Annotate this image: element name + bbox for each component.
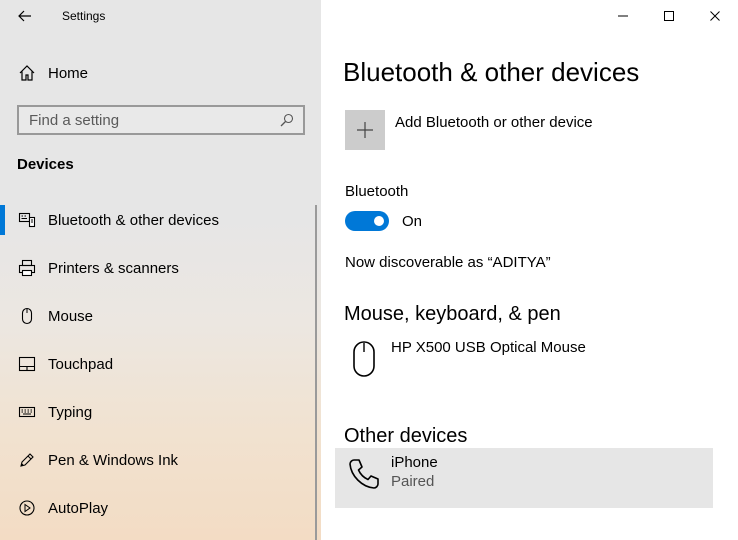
title-bar: Settings: [0, 0, 321, 32]
toggle-knob: [374, 216, 384, 226]
main-content: Bluetooth & other devices Add Bluetooth …: [321, 0, 738, 540]
minimize-button[interactable]: [600, 0, 646, 32]
device-status: Paired: [391, 473, 435, 490]
device-item-mouse[interactable]: HP X500 USB Optical Mouse: [335, 333, 713, 383]
sidebar-item-label: Typing: [48, 403, 93, 421]
touchpad-icon: [17, 354, 37, 374]
home-icon: [17, 63, 37, 83]
section-heading-devices: Devices: [17, 156, 74, 173]
minimize-icon: [618, 15, 628, 17]
bluetooth-state: On: [402, 212, 423, 230]
search-box[interactable]: [17, 105, 305, 135]
section-mouse-keyboard-pen: Mouse, keyboard, & pen: [344, 303, 561, 325]
nav-home[interactable]: Home: [0, 57, 321, 89]
close-button[interactable]: [692, 0, 738, 32]
sidebar-item-autoplay[interactable]: AutoPlay: [0, 484, 321, 532]
sidebar-item-label: Mouse: [48, 307, 94, 325]
device-item-iphone[interactable]: iPhone Paired: [335, 448, 713, 508]
maximize-icon: [664, 11, 674, 21]
pen-icon: [17, 450, 37, 470]
sidebar-item-touchpad[interactable]: Touchpad: [0, 340, 321, 388]
nav-list: Bluetooth & other devices Printers & sca…: [0, 196, 321, 532]
device-name: iPhone: [391, 454, 438, 471]
sidebar: Settings Home Devices: [0, 0, 321, 540]
back-arrow-icon: [18, 10, 31, 22]
sidebar-item-mouse[interactable]: Mouse: [0, 292, 321, 340]
sidebar-item-label: Bluetooth & other devices: [48, 211, 219, 229]
sidebar-scrollbar[interactable]: [315, 205, 317, 540]
bluetooth-toggle[interactable]: [345, 211, 389, 231]
bluetooth-label: Bluetooth: [345, 183, 409, 200]
add-tile: [345, 110, 385, 150]
section-other-devices: Other devices: [344, 425, 468, 447]
sidebar-item-printers[interactable]: Printers & scanners: [0, 244, 321, 292]
maximize-button[interactable]: [646, 0, 692, 32]
phone-icon: [347, 454, 381, 494]
search-input[interactable]: [19, 107, 275, 133]
sidebar-item-pen[interactable]: Pen & Windows Ink: [0, 436, 321, 484]
discoverable-text: Now discoverable as “ADITYA”: [345, 254, 551, 271]
add-device-label: Add Bluetooth or other device: [395, 114, 593, 131]
mouse-icon: [17, 306, 37, 326]
printer-icon: [17, 258, 37, 278]
search-icon[interactable]: [275, 108, 299, 132]
nav-home-label: Home: [48, 64, 89, 82]
keyboard-icon: [17, 402, 37, 422]
device-name: HP X500 USB Optical Mouse: [391, 339, 586, 356]
window-controls: [600, 0, 738, 32]
add-device-button[interactable]: Add Bluetooth or other device: [345, 110, 593, 150]
sidebar-item-bluetooth[interactable]: Bluetooth & other devices: [0, 196, 321, 244]
close-icon: [710, 11, 720, 21]
sidebar-item-label: AutoPlay: [48, 499, 109, 517]
bluetooth-devices-icon: [17, 210, 37, 230]
device-text: iPhone Paired: [391, 454, 438, 492]
autoplay-icon: [17, 498, 37, 518]
sidebar-item-label: Touchpad: [48, 355, 114, 373]
back-button[interactable]: [10, 4, 40, 28]
mouse-icon: [347, 339, 381, 379]
sidebar-item-label: Printers & scanners: [48, 259, 179, 277]
plus-icon: [357, 122, 373, 138]
sidebar-item-label: Pen & Windows Ink: [48, 451, 179, 469]
app-title: Settings: [62, 9, 106, 23]
sidebar-item-typing[interactable]: Typing: [0, 388, 321, 436]
page-title: Bluetooth & other devices: [343, 57, 640, 87]
device-text: HP X500 USB Optical Mouse: [391, 339, 586, 357]
bluetooth-toggle-row: On: [345, 211, 422, 231]
